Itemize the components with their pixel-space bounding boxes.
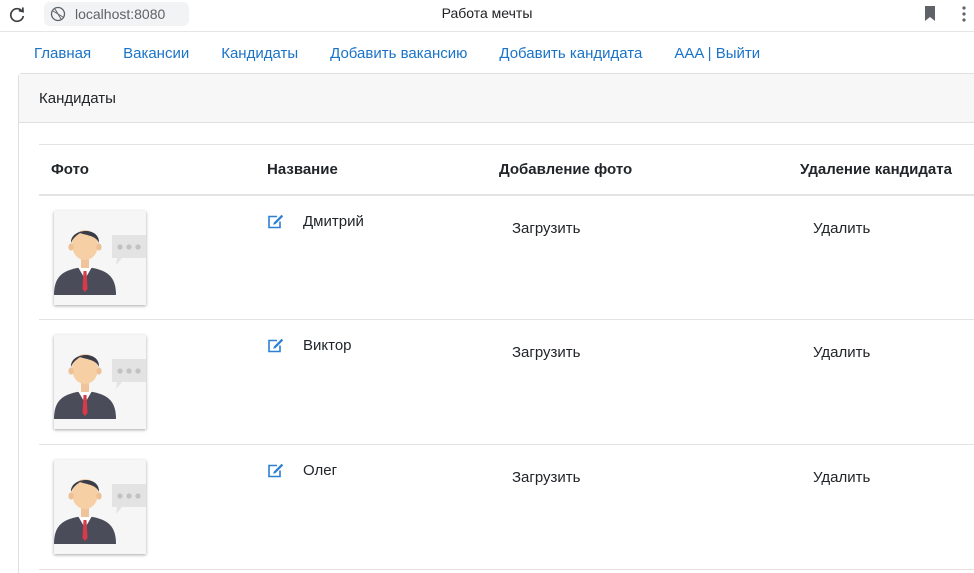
avatar-placeholder	[54, 335, 146, 429]
avatar-placeholder	[54, 210, 146, 305]
table-row: Олег Загрузить Удалить	[39, 444, 974, 570]
column-header-name: Название	[267, 144, 499, 196]
column-header-delete: Удаление кандидата	[800, 144, 974, 196]
edit-icon[interactable]	[267, 338, 284, 353]
delete-cell: Удалить	[800, 194, 974, 320]
bookmark-icon[interactable]	[924, 6, 936, 21]
nav-item-home[interactable]: Главная	[18, 45, 107, 62]
upload-photo-button[interactable]: Загрузить	[512, 196, 581, 237]
avatar-placeholder	[54, 460, 146, 554]
nav-item-logout[interactable]: AAA | Выйти	[658, 45, 776, 62]
delete-candidate-button[interactable]: Удалить	[813, 445, 870, 486]
upload-cell: Загрузить	[499, 194, 800, 320]
candidate-name: Виктор	[303, 337, 352, 354]
main-nav: Главная Вакансии Кандидаты Добавить вака…	[18, 33, 776, 73]
delete-cell: Удалить	[800, 444, 974, 570]
upload-cell: Загрузить	[499, 319, 800, 445]
candidate-name: Дмитрий	[303, 212, 364, 230]
candidate-name: Олег	[303, 462, 338, 479]
delete-cell: Удалить	[800, 319, 974, 445]
page-title: Работа мечты	[441, 5, 533, 21]
name-cell: Дмитрий	[267, 194, 499, 320]
edit-icon[interactable]	[267, 463, 284, 478]
delete-candidate-button[interactable]: Удалить	[813, 320, 870, 361]
nav-item-add-candidate[interactable]: Добавить кандидата	[483, 45, 658, 62]
browser-toolbar: localhost:8080 Работа мечты	[0, 0, 974, 32]
upload-cell: Загрузить	[499, 444, 800, 570]
nav-item-candidates[interactable]: Кандидаты	[205, 45, 314, 62]
nav-item-vacancies[interactable]: Вакансии	[107, 45, 205, 62]
table-header-row: Фото Название Добавление фото Удаление к…	[39, 144, 974, 196]
upload-photo-button[interactable]: Загрузить	[512, 445, 581, 486]
name-cell: Виктор	[267, 319, 499, 445]
upload-photo-button[interactable]: Загрузить	[512, 320, 581, 361]
name-cell: Олег	[267, 444, 499, 570]
candidates-table: Фото Название Добавление фото Удаление к…	[39, 144, 974, 570]
table-row: Виктор Загрузить Удалить	[39, 319, 974, 445]
delete-candidate-button[interactable]: Удалить	[813, 196, 870, 237]
card-header: Кандидаты	[19, 74, 974, 123]
photo-cell	[39, 194, 267, 320]
more-icon[interactable]	[961, 4, 967, 24]
nav-item-add-vacancy[interactable]: Добавить вакансию	[314, 45, 483, 62]
column-header-upload: Добавление фото	[499, 144, 800, 196]
photo-cell	[39, 444, 267, 570]
column-header-photo: Фото	[39, 144, 267, 196]
photo-cell	[39, 319, 267, 445]
edit-icon[interactable]	[267, 214, 284, 229]
candidates-card: Кандидаты Фото Название Добавление фото …	[18, 73, 974, 573]
table-row: Дмитрий Загрузить Удалить	[39, 194, 974, 320]
